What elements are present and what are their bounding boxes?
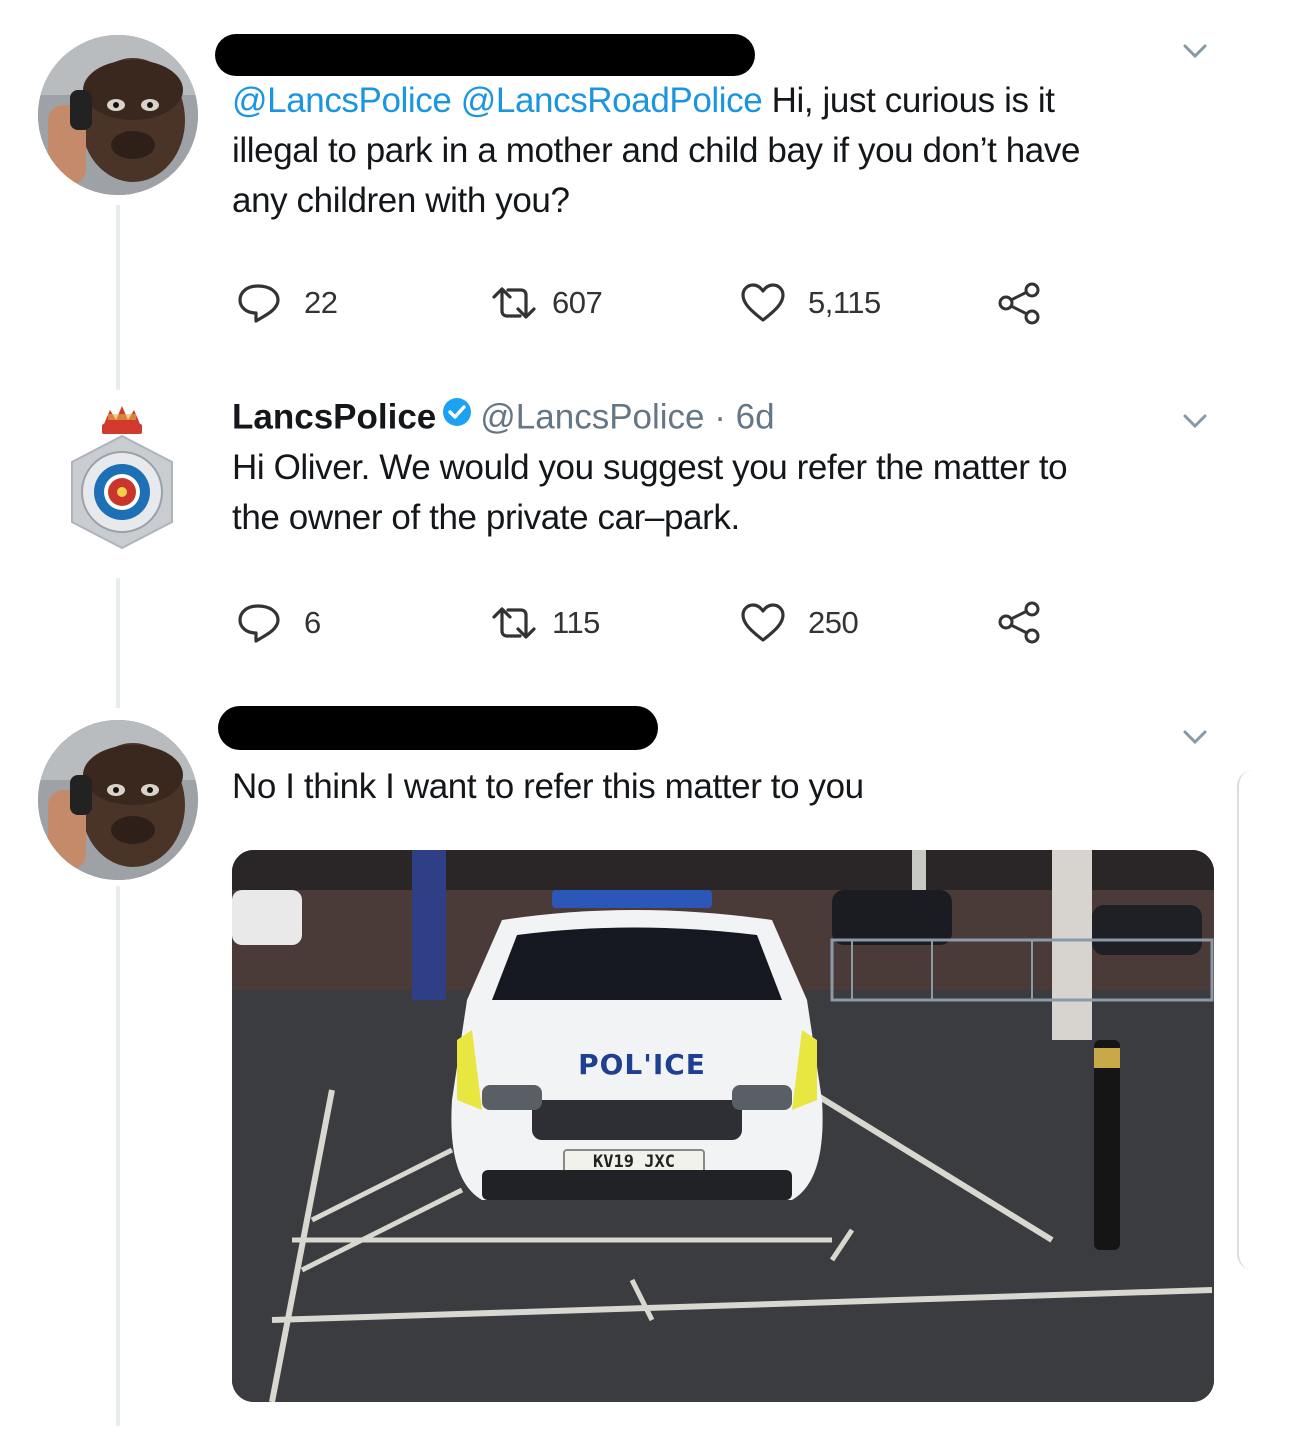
chevron-down-icon[interactable] (1182, 38, 1208, 64)
tweet-text: @LancsPolice @LancsRoadPolice Hi, just c… (232, 76, 1212, 226)
reply-count: 22 (304, 285, 338, 320)
tweet-text-line: any children with you? (232, 181, 570, 220)
retweet-button[interactable]: 607 (484, 283, 603, 323)
tweet-text: No I think I want to refer this matter t… (232, 762, 1212, 812)
heart-icon (740, 282, 786, 324)
chevron-down-icon[interactable] (1182, 408, 1208, 434)
display-name[interactable]: LancsPolice (232, 397, 436, 436)
tweet-text-line: No I think I want to refer this matter t… (232, 767, 864, 806)
retweet-icon (484, 603, 544, 643)
reply-button[interactable]: 22 (236, 282, 338, 324)
attached-photo[interactable]: POL'ICE KV19 JXC (232, 850, 1214, 1402)
tweet-header: LancsPolice @LancsPolice · 6d (232, 394, 775, 444)
tweet-text-line: Hi Oliver. We would you suggest you refe… (232, 448, 1068, 487)
chevron-down-icon[interactable] (1182, 724, 1208, 750)
thread-line (116, 205, 120, 390)
retweet-icon (484, 283, 544, 323)
retweet-count: 607 (552, 285, 603, 320)
thread-line (116, 578, 120, 708)
share-icon[interactable] (994, 600, 1044, 651)
like-count: 250 (808, 605, 859, 640)
like-button[interactable]: 5,115 (740, 283, 881, 323)
reply-button[interactable]: 6 (236, 603, 321, 643)
scrollbar[interactable] (1237, 770, 1259, 1270)
reply-icon (236, 282, 282, 324)
redacted-name (215, 34, 755, 76)
heart-icon (740, 602, 786, 644)
mention-link[interactable]: @LancsRoadPolice (461, 81, 763, 120)
user-avatar[interactable] (38, 35, 198, 195)
reply-icon (236, 602, 282, 644)
user-handle[interactable]: @LancsPolice (480, 397, 704, 436)
car-livery-text: POL'ICE (578, 1048, 706, 1081)
mention-link[interactable]: @LancsPolice (232, 81, 452, 120)
share-icon[interactable] (994, 281, 1044, 332)
thread-line (116, 886, 120, 1426)
tweet-text: Hi Oliver. We would you suggest you refe… (232, 443, 1212, 543)
retweet-button[interactable]: 115 (484, 603, 600, 643)
reply-count: 6 (304, 605, 321, 640)
police-logo-avatar[interactable] (52, 402, 192, 552)
tweet-text-line: the owner of the private car–park. (232, 498, 740, 537)
verified-badge-icon (442, 394, 472, 438)
like-button[interactable]: 250 (740, 602, 859, 644)
license-plate: KV19 JXC (593, 1152, 675, 1172)
tweet-text-line: illegal to park in a mother and child ba… (232, 131, 1081, 170)
tweet-text-line: Hi, just curious is it (762, 81, 1055, 120)
retweet-count: 115 (552, 605, 600, 640)
redacted-name (218, 706, 658, 750)
user-avatar[interactable] (38, 720, 198, 880)
like-count: 5,115 (808, 285, 881, 320)
timestamp[interactable]: 6d (736, 397, 775, 436)
separator-dot: · (704, 397, 736, 437)
